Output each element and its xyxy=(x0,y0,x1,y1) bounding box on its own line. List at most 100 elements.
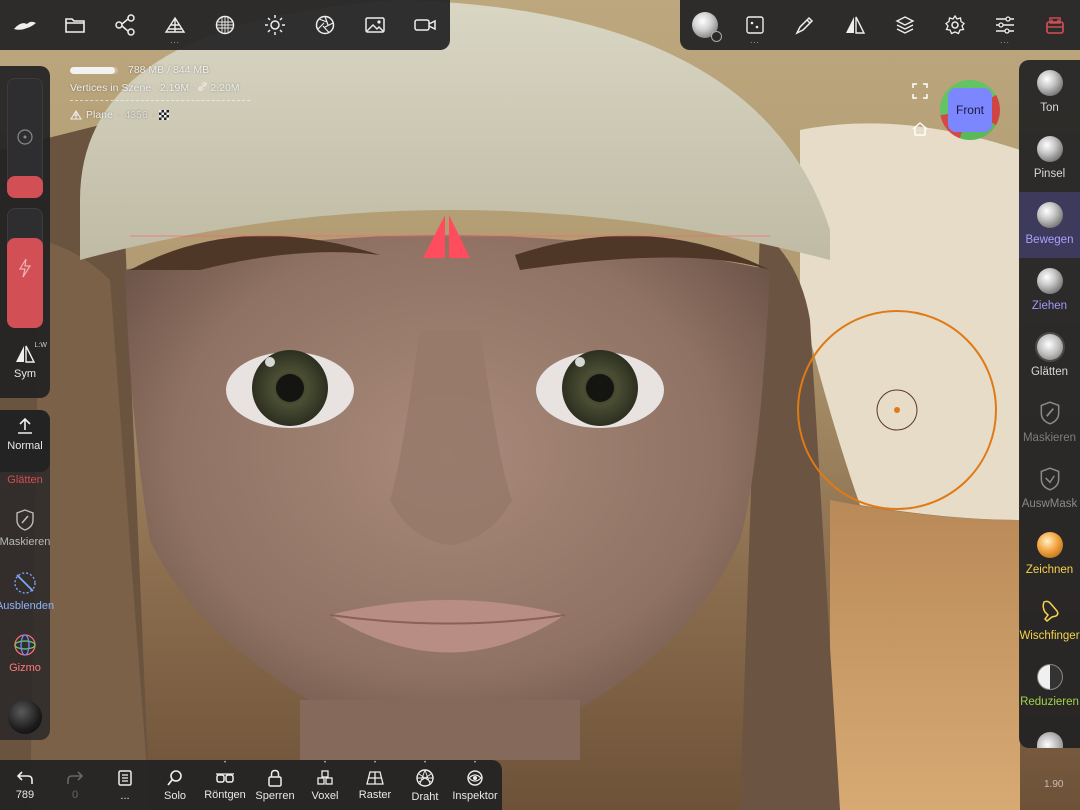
redo-button[interactable]: 0 xyxy=(50,760,100,810)
top-toolbar-right: ... ... xyxy=(680,0,1080,50)
more-tools-sphere[interactable] xyxy=(1037,732,1063,748)
nomad-logo-button[interactable] xyxy=(0,0,50,50)
scene-button[interactable] xyxy=(100,0,150,50)
wireframe-button[interactable]: • Draht xyxy=(400,760,450,810)
inspector-button[interactable]: • Inspektor xyxy=(450,760,500,810)
tool-smudge[interactable]: Wischfinger xyxy=(1019,588,1080,654)
left-material-sphere[interactable] xyxy=(8,700,42,734)
tool-select-mask-label: AuswMask xyxy=(1021,498,1078,510)
inspector-label: Inspektor xyxy=(452,789,498,802)
light-button[interactable] xyxy=(250,0,300,50)
stroke-button[interactable]: ... xyxy=(730,0,780,50)
voxel-label: Voxel xyxy=(311,789,339,802)
magnifier-icon xyxy=(167,769,182,786)
symmetry-toggle[interactable]: L:W Sym xyxy=(0,338,50,400)
solo-button[interactable]: Solo xyxy=(150,760,200,810)
tool-drag-label: Ziehen xyxy=(1031,300,1068,312)
xray-button[interactable]: • Röntgen xyxy=(200,760,250,810)
voxel-button[interactable]: • Voxel xyxy=(300,760,350,810)
left-tool-hide[interactable]: Ausblenden xyxy=(0,564,54,626)
settings-button[interactable] xyxy=(930,0,980,50)
topology-more-indicator: ... xyxy=(170,36,180,45)
symmetry-label: Sym xyxy=(14,368,36,380)
layers-button[interactable] xyxy=(880,0,930,50)
grid-label: Raster xyxy=(358,788,392,801)
stroke-more-indicator: ... xyxy=(750,36,760,45)
scene-graph-icon xyxy=(115,14,135,36)
postprocess-button[interactable] xyxy=(300,0,350,50)
vertices-value: 2.19M xyxy=(159,82,190,94)
material-button[interactable] xyxy=(200,0,250,50)
redo-icon xyxy=(67,770,84,784)
upload-arrow-icon xyxy=(18,417,32,434)
tool-drag[interactable]: Ziehen xyxy=(1019,258,1080,324)
normal-toggle[interactable]: Normal xyxy=(0,410,50,472)
tool-smooth[interactable]: Glätten xyxy=(1019,324,1080,390)
xray-options-dot: • xyxy=(223,760,227,766)
tool-move[interactable]: Bewegen xyxy=(1019,192,1080,258)
mascot-button[interactable] xyxy=(1030,0,1080,50)
tool-mask[interactable]: Maskieren xyxy=(1019,390,1080,456)
memory-bar-fill xyxy=(70,66,115,74)
tool-clay[interactable]: Ton xyxy=(1019,60,1080,126)
background-hair xyxy=(830,500,1020,810)
grid-button[interactable]: • Raster xyxy=(350,760,400,810)
normal-label: Normal xyxy=(7,440,43,452)
fullscreen-icon[interactable] xyxy=(911,82,929,100)
tool-decimate[interactable]: Reduzieren xyxy=(1019,654,1080,720)
robot-icon xyxy=(1046,17,1064,34)
undo-button[interactable]: 789 xyxy=(0,760,50,810)
wireframe-icon xyxy=(416,768,434,787)
symmetry-toolbar-button[interactable] xyxy=(830,0,880,50)
mesh-topology-icon xyxy=(70,110,82,120)
smudge-finger-icon xyxy=(1041,600,1059,623)
topology-icon xyxy=(164,16,186,33)
record-button[interactable] xyxy=(400,0,450,50)
background-button[interactable] xyxy=(350,0,400,50)
gear-icon xyxy=(945,14,965,35)
intensity-slider-fill xyxy=(7,238,43,328)
tool-paint[interactable]: Zeichnen xyxy=(1019,522,1080,588)
left-tool-mask[interactable]: Maskieren xyxy=(0,502,50,564)
voxel-icon xyxy=(317,769,333,785)
tool-paint-label: Zeichnen xyxy=(1025,564,1074,576)
zoom-level: 1.90 xyxy=(1044,779,1064,790)
tool-mask-label: Maskieren xyxy=(1022,432,1077,444)
tool-brush[interactable]: Pinsel xyxy=(1019,126,1080,192)
topology-button[interactable]: ... xyxy=(150,0,200,50)
glasses-icon xyxy=(216,772,234,783)
sun-icon xyxy=(265,15,285,35)
tool-smudge-label: Wischfinger xyxy=(1019,630,1080,642)
book-icon xyxy=(118,769,132,786)
image-icon xyxy=(365,17,385,33)
lock-button[interactable]: Sperren xyxy=(250,760,300,810)
grid-options-dot: • xyxy=(373,760,377,766)
left-tool-mask-label: Maskieren xyxy=(0,536,51,548)
tool-select-mask[interactable]: AuswMask xyxy=(1019,456,1080,522)
history-button[interactable]: ... xyxy=(100,760,150,810)
active-mesh-row[interactable]: Plane · 4356 · xyxy=(70,109,250,121)
grid-icon xyxy=(366,770,384,785)
sliders-icon xyxy=(996,16,1014,34)
paint-sphere-icon xyxy=(1036,532,1063,558)
home-view-icon[interactable] xyxy=(911,121,929,137)
radius-icon xyxy=(17,129,33,145)
memory-row: 788 MB / 844 MB xyxy=(70,64,250,76)
clay-sphere-icon xyxy=(1036,70,1063,96)
eye-icon xyxy=(467,769,483,786)
link-icon xyxy=(198,82,208,91)
files-button[interactable] xyxy=(50,0,100,50)
view-cube-front-face[interactable]: Front xyxy=(948,88,992,132)
material-preview-button[interactable] xyxy=(680,0,730,50)
checker-icon xyxy=(159,110,170,120)
undo-icon xyxy=(16,770,33,784)
tool-smooth-label: Glätten xyxy=(1030,366,1069,378)
tool-settings-button[interactable] xyxy=(780,0,830,50)
mask-shield-icon xyxy=(16,509,34,531)
view-cube[interactable]: Front xyxy=(940,80,1000,140)
mask-shield-icon xyxy=(1040,401,1059,425)
memory-bar xyxy=(70,66,118,74)
gizmo-icon xyxy=(14,634,36,656)
interface-button[interactable]: ... xyxy=(980,0,1030,50)
left-tool-gizmo[interactable]: Gizmo xyxy=(0,626,50,688)
